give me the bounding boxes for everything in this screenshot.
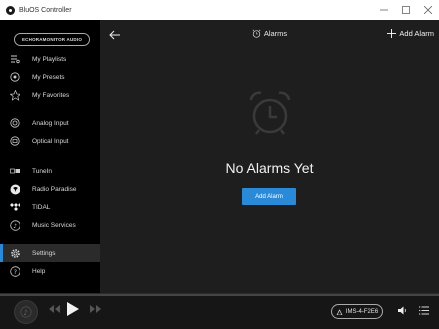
- svg-text:♪: ♪: [23, 309, 27, 317]
- sidebar-item-tunein[interactable]: TuneIn: [0, 162, 100, 180]
- next-button[interactable]: [90, 305, 101, 313]
- progress-bar[interactable]: [0, 294, 439, 296]
- tunein-icon: [10, 166, 20, 176]
- analog-input-icon: [10, 118, 20, 128]
- alarm-clock-icon: [252, 29, 261, 38]
- sidebar-item-optical-input[interactable]: Optical Input: [0, 132, 100, 150]
- play-icon: [67, 302, 79, 316]
- music-services-icon: ♪: [10, 219, 20, 231]
- sidebar-item-label: Optical Input: [32, 137, 69, 145]
- sidebar-item-label: Radio Paradise: [32, 185, 77, 193]
- sidebar-item-music-services[interactable]: ♪ Music Services: [0, 216, 100, 234]
- next-icon: [90, 305, 101, 313]
- sidebar: ECHORAMONITOR AUDIO My Playlists My Pres…: [0, 20, 100, 293]
- sidebar-item-my-presets[interactable]: My Presets: [0, 68, 100, 86]
- sidebar-item-my-playlists[interactable]: My Playlists: [0, 50, 100, 68]
- queue-list-icon: [419, 306, 429, 315]
- window-title: BluOS Controller: [19, 6, 72, 14]
- svg-text:?: ?: [14, 268, 17, 276]
- sidebar-item-help[interactable]: ? Help: [0, 262, 100, 280]
- gear-icon: [10, 248, 20, 258]
- radio-paradise-icon: [10, 184, 20, 194]
- previous-button[interactable]: [49, 305, 60, 313]
- plus-icon: [387, 29, 397, 38]
- sidebar-item-my-favorites[interactable]: My Favorites: [0, 86, 100, 104]
- close-icon: [424, 6, 432, 14]
- sidebar-item-label: Settings: [32, 249, 56, 257]
- device-selector[interactable]: IMS-4-F2E6: [331, 304, 383, 319]
- alarm-clock-placeholder-icon: [249, 91, 291, 135]
- help-icon: ?: [10, 265, 20, 277]
- sidebar-item-label: TIDAL: [32, 203, 51, 211]
- star-icon: [10, 89, 20, 101]
- sidebar-item-label: TuneIn: [32, 167, 52, 175]
- empty-state-text: No Alarms Yet: [225, 160, 314, 176]
- maximize-button[interactable]: [395, 0, 417, 20]
- close-button[interactable]: [417, 0, 439, 20]
- volume-button[interactable]: [398, 306, 407, 315]
- page-title-text: Alarms: [263, 29, 288, 38]
- speaker-device-icon: [336, 308, 343, 315]
- sidebar-item-label: Help: [32, 267, 46, 275]
- tidal-icon: [10, 202, 20, 212]
- queue-button[interactable]: [419, 306, 429, 315]
- app-window: BluOS Controller ECHORAMONITOR AUDIO My …: [0, 0, 439, 329]
- selection-indicator: [0, 244, 3, 262]
- sidebar-item-label: My Presets: [32, 73, 65, 81]
- add-alarm-button[interactable]: Add Alarm: [242, 188, 296, 205]
- previous-icon: [49, 305, 60, 313]
- add-alarm-header-button[interactable]: Add Alarm: [387, 29, 434, 38]
- minimize-button[interactable]: [373, 0, 395, 20]
- sidebar-item-radio-paradise[interactable]: Radio Paradise: [0, 180, 100, 198]
- sidebar-item-label: Analog Input: [32, 119, 69, 127]
- add-alarm-header-label: Add Alarm: [399, 29, 434, 38]
- preset-icon: [10, 72, 20, 82]
- svg-text:♪: ♪: [13, 223, 17, 230]
- sidebar-item-label: Music Services: [32, 221, 76, 229]
- device-name: IMS-4-F2E6: [345, 308, 379, 315]
- minimize-icon: [380, 9, 388, 11]
- sidebar-item-label: My Playlists: [32, 55, 67, 63]
- maximize-icon: [402, 6, 410, 14]
- sidebar-item-settings[interactable]: Settings: [0, 244, 100, 262]
- optical-input-icon: [10, 136, 20, 146]
- sidebar-item-label: My Favorites: [32, 91, 70, 99]
- player-bar: ♪ IMS-4-F2E6: [0, 293, 439, 329]
- volume-icon: [398, 306, 406, 315]
- music-note-icon: ♪: [20, 306, 32, 318]
- title-bar: BluOS Controller: [0, 0, 439, 20]
- window-controls: [373, 0, 439, 20]
- brand-logo[interactable]: ECHORAMONITOR AUDIO: [14, 33, 90, 46]
- sidebar-item-analog-input[interactable]: Analog Input: [0, 114, 100, 132]
- playlist-icon: [10, 54, 20, 64]
- album-art-placeholder[interactable]: ♪: [14, 300, 38, 324]
- app-logo-icon: [6, 5, 15, 15]
- sidebar-item-tidal[interactable]: TIDAL: [0, 198, 100, 216]
- play-button[interactable]: [67, 302, 79, 316]
- main-content: Alarms Add Alarm No Alarms Yet Add Alarm: [100, 20, 439, 293]
